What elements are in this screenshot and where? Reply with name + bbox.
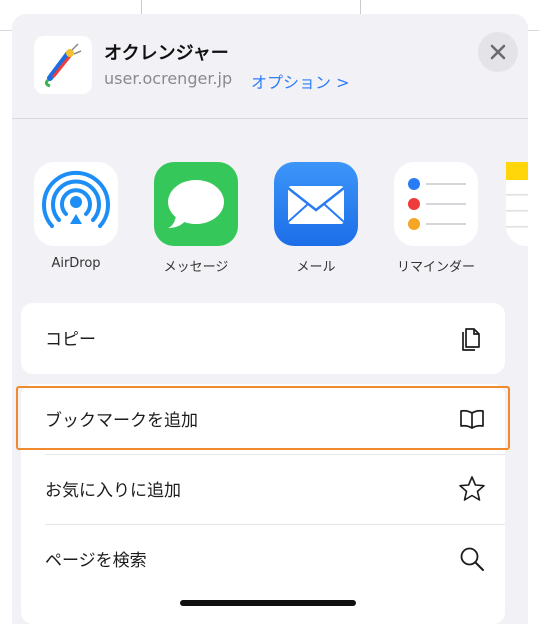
share-app-reminders[interactable]: リマインダー [386,162,486,275]
share-app-airdrop[interactable]: AirDrop [26,162,126,271]
search-icon [457,544,487,574]
add-favorite-action[interactable]: お気に入りに追加 [21,454,505,524]
app-url: user.ocrenger.jp [104,69,233,88]
copy-label: コピー [45,330,96,350]
copy-icon [457,323,487,353]
add-favorite-label: お気に入りに追加 [45,481,181,501]
copy-action[interactable]: コピー [21,303,505,374]
share-app-label: メッセージ [163,260,229,275]
messages-icon [154,162,238,246]
share-app-label: メール [296,260,336,275]
airdrop-icon [34,162,118,246]
find-on-page-action[interactable]: ページを検索 [21,524,505,594]
share-app-notes[interactable] [506,162,528,256]
mail-icon [274,162,358,246]
highlight-box [16,386,510,450]
share-app-label: リマインダー [396,260,475,275]
close-icon [490,44,506,60]
ocrenger-app-icon [34,36,92,94]
app-name: オクレンジャー [104,43,229,64]
reminders-icon [394,162,478,246]
close-button[interactable] [478,32,518,72]
share-sheet-header: オクレンジャー user.ocrenger.jp オプション > [12,14,528,119]
share-apps-row: AirDrop メッセージ メール リマインダー [12,162,528,282]
find-on-page-label: ページを検索 [45,551,147,571]
notes-icon [506,162,528,246]
options-link[interactable]: オプション > [251,69,350,93]
home-indicator[interactable] [180,600,356,606]
star-icon [457,474,487,504]
share-app-mail[interactable]: メール [266,162,366,275]
share-app-label: AirDrop [51,256,101,271]
share-app-messages[interactable]: メッセージ [146,162,246,275]
